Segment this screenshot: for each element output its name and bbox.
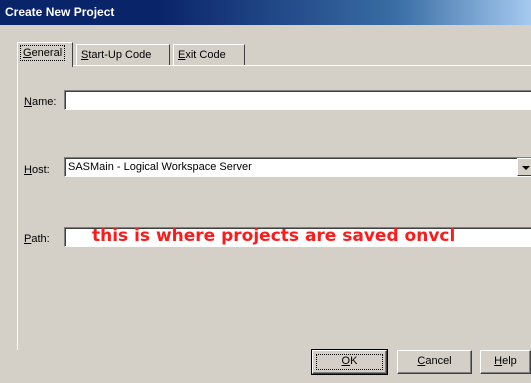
- chevron-down-icon: [522, 166, 530, 170]
- ok-button[interactable]: OK: [311, 349, 388, 375]
- host-selected-value: SASMain - Logical Workspace Server: [68, 161, 252, 173]
- tab-exit-code[interactable]: Exit Code: [173, 44, 245, 66]
- help-button-label: Help: [494, 355, 517, 367]
- name-label: Name:: [24, 96, 57, 108]
- tab-general[interactable]: General: [17, 42, 73, 67]
- host-dropdown-button[interactable]: [517, 158, 531, 176]
- annotation-text: this is where projects are saved onvcl: [92, 226, 456, 246]
- host-select[interactable]: SASMain - Logical Workspace Server: [64, 157, 531, 177]
- title-bar[interactable]: Create New Project: [0, 0, 531, 25]
- tab-exit-code-label: Exit Code: [178, 49, 226, 61]
- tab-start-up-code-label: Start-Up Code: [81, 49, 152, 61]
- path-label: Path:: [24, 233, 50, 245]
- name-input[interactable]: [64, 90, 531, 110]
- help-button[interactable]: Help: [480, 350, 531, 374]
- ok-button-label: OK: [313, 351, 386, 373]
- cancel-button[interactable]: Cancel: [397, 350, 472, 374]
- host-label: Host:: [24, 164, 50, 176]
- window-title: Create New Project: [5, 5, 115, 19]
- create-project-dialog: Create New Project General Start-Up Code…: [0, 0, 531, 383]
- tab-start-up-code[interactable]: Start-Up Code: [76, 44, 170, 66]
- cancel-button-label: Cancel: [417, 355, 452, 367]
- tab-general-label: General: [19, 45, 66, 61]
